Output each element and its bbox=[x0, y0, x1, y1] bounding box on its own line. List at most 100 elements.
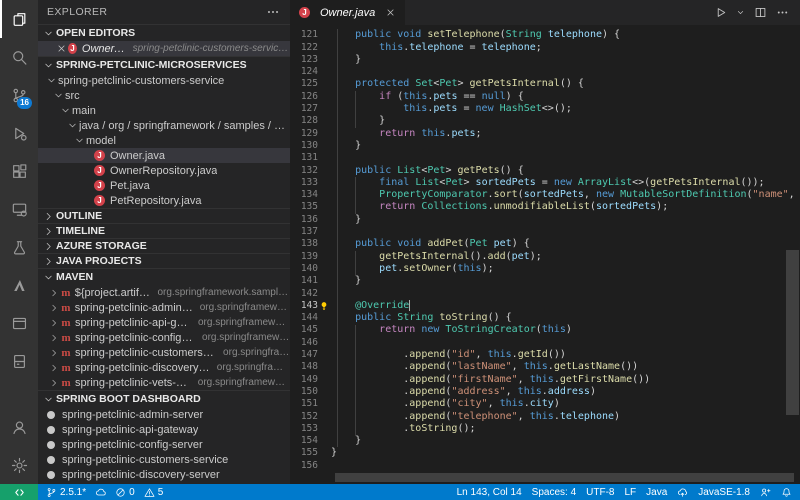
code-line-128[interactable]: 128 } bbox=[290, 115, 800, 127]
activity-bar-item-settings[interactable] bbox=[0, 446, 38, 484]
horizontal-scrollbar[interactable] bbox=[335, 473, 794, 482]
editor-action-split-editor[interactable] bbox=[754, 6, 767, 19]
tree-item[interactable]: java / org / springframework / samples /… bbox=[38, 118, 290, 133]
status-item-indentation[interactable]: Spaces: 4 bbox=[532, 487, 576, 498]
vertical-scrollbar[interactable] bbox=[786, 250, 799, 415]
maven-item[interactable]: mspring-petclinic-admin-serverorg.spring… bbox=[38, 300, 290, 315]
editor-action-run-file[interactable] bbox=[714, 6, 727, 19]
code-area[interactable]: 120121 public void setTelephone(String t… bbox=[290, 25, 800, 484]
activity-bar-item-source-control[interactable]: 16 bbox=[0, 76, 38, 114]
code-line-137[interactable]: 137 bbox=[290, 226, 800, 238]
section-java-projects[interactable]: JAVA PROJECTS bbox=[38, 253, 290, 268]
close-icon[interactable] bbox=[54, 43, 68, 54]
maven-item[interactable]: mspring-petclinic-discovery-serverorg.sp… bbox=[38, 360, 290, 375]
section-timeline[interactable]: TIMELINE bbox=[38, 223, 290, 238]
code-line-156[interactable]: 156 bbox=[290, 460, 800, 472]
code-line-133[interactable]: 133 final List<Pet> sortedPets = new Arr… bbox=[290, 177, 800, 189]
dashboard-item[interactable]: spring-petclinic-admin-server bbox=[38, 407, 290, 422]
activity-bar-item-run-debug[interactable] bbox=[0, 114, 38, 152]
status-item-branch-indicator[interactable]: 2.5.1* bbox=[46, 487, 86, 498]
maven-item[interactable]: mspring-petclinic-api-gatewayorg.springf… bbox=[38, 315, 290, 330]
code-line-124[interactable]: 124 bbox=[290, 66, 800, 78]
status-item-eol[interactable]: LF bbox=[625, 487, 637, 498]
activity-bar-item-azure[interactable] bbox=[0, 266, 38, 304]
status-item-java-runtime[interactable]: JavaSE-1.8 bbox=[698, 487, 750, 498]
activity-bar-item-accounts[interactable] bbox=[0, 408, 38, 446]
code-line-154[interactable]: 154 } bbox=[290, 435, 800, 447]
code-line-142[interactable]: 142 bbox=[290, 288, 800, 300]
tree-item[interactable]: JPetRepository.java bbox=[38, 193, 290, 208]
dashboard-item[interactable]: spring-petclinic-customers-service bbox=[38, 452, 290, 467]
status-item-encoding[interactable]: UTF-8 bbox=[586, 487, 614, 498]
open-editor-item[interactable]: JOwner.javaspring-petclinic-customers-se… bbox=[38, 41, 290, 56]
dashboard-item[interactable]: spring-petclinic-api-gateway bbox=[38, 422, 290, 437]
status-item-warnings[interactable]: 5 bbox=[144, 487, 164, 498]
code-line-152[interactable]: 152 .append("telephone", this.telephone) bbox=[290, 411, 800, 423]
code-line-129[interactable]: 129 return this.pets; bbox=[290, 128, 800, 140]
code-line-125[interactable]: 125 protected Set<Pet> getPetsInternal()… bbox=[290, 78, 800, 90]
code-line-138[interactable]: 138 public void addPet(Pet pet) { bbox=[290, 238, 800, 250]
tree-item[interactable]: JPet.java bbox=[38, 178, 290, 193]
code-line-123[interactable]: 123 } bbox=[290, 54, 800, 66]
activity-bar-item-extensions[interactable] bbox=[0, 152, 38, 190]
code-line-140[interactable]: 140 pet.setOwner(this); bbox=[290, 263, 800, 275]
section-outline[interactable]: OUTLINE bbox=[38, 208, 290, 223]
code-line-153[interactable]: 153 .toString(); bbox=[290, 423, 800, 435]
section-project[interactable]: SPRING-PETCLINIC-MICROSERVICES bbox=[38, 56, 290, 73]
status-item-publish[interactable] bbox=[677, 487, 688, 498]
activity-bar-item-remote-explorer[interactable] bbox=[0, 190, 38, 228]
maven-item[interactable]: m${project.artifactId}org.springframewor… bbox=[38, 285, 290, 300]
code-line-130[interactable]: 130 } bbox=[290, 140, 800, 152]
section-open-editors[interactable]: OPEN EDITORS bbox=[38, 24, 290, 41]
code-line-135[interactable]: 135 return Collections.unmodifiableList(… bbox=[290, 201, 800, 213]
editor-action-more-actions[interactable] bbox=[776, 6, 789, 19]
code-line-145[interactable]: 145 return new ToStringCreator(this) bbox=[290, 324, 800, 336]
maven-item[interactable]: mspring-petclinic-config-serverorg.sprin… bbox=[38, 330, 290, 345]
code-line-150[interactable]: 150 .append("address", this.address) bbox=[290, 386, 800, 398]
code-line-151[interactable]: 151 .append("city", this.city) bbox=[290, 398, 800, 410]
lightbulb-icon[interactable] bbox=[319, 301, 329, 311]
ellipsis-icon[interactable] bbox=[266, 5, 280, 19]
tree-item[interactable]: JOwner.java bbox=[38, 148, 290, 163]
code-line-155[interactable]: 155} bbox=[290, 447, 800, 459]
activity-bar-item-browser-preview[interactable] bbox=[0, 304, 38, 342]
status-item-feedback[interactable] bbox=[760, 487, 771, 498]
code-line-136[interactable]: 136 } bbox=[290, 214, 800, 226]
code-line-139[interactable]: 139 getPetsInternal().add(pet); bbox=[290, 251, 800, 263]
dashboard-item[interactable]: spring-petclinic-discovery-server bbox=[38, 467, 290, 482]
code-line-122[interactable]: 122 this.telephone = telephone; bbox=[290, 42, 800, 54]
code-line-131[interactable]: 131 bbox=[290, 152, 800, 164]
section-maven[interactable]: MAVEN bbox=[38, 268, 290, 285]
code-line-147[interactable]: 147 .append("id", this.getId()) bbox=[290, 349, 800, 361]
status-item-cursor-position[interactable]: Ln 143, Col 14 bbox=[457, 487, 522, 498]
code-line-134[interactable]: 134 PropertyComparator.sort(sortedPets, … bbox=[290, 189, 800, 201]
activity-bar-item-testing[interactable] bbox=[0, 228, 38, 266]
code-line-148[interactable]: 148 .append("lastName", this.getLastName… bbox=[290, 361, 800, 373]
tree-item[interactable]: model bbox=[38, 133, 290, 148]
code-line-121[interactable]: 121 public void setTelephone(String tele… bbox=[290, 29, 800, 41]
status-item-sync-indicator[interactable] bbox=[95, 487, 106, 498]
code-line-127[interactable]: 127 this.pets = new HashSet<>(); bbox=[290, 103, 800, 115]
tree-item[interactable]: spring-petclinic-customers-service bbox=[38, 73, 290, 88]
section-azure-storage[interactable]: AZURE STORAGE bbox=[38, 238, 290, 253]
maven-item[interactable]: mspring-petclinic-customers-serviceorg.s… bbox=[38, 345, 290, 360]
code-line-146[interactable]: 146 bbox=[290, 337, 800, 349]
code-line-132[interactable]: 132 public List<Pet> getPets() { bbox=[290, 165, 800, 177]
activity-bar-item-containers[interactable] bbox=[0, 342, 38, 380]
maven-item[interactable]: mspring-petclinic-vets-serviceorg.spring… bbox=[38, 375, 290, 390]
code-line-141[interactable]: 141 } bbox=[290, 275, 800, 287]
editor-action-run-dropdown[interactable] bbox=[736, 8, 745, 17]
status-item-language-mode[interactable]: Java bbox=[646, 487, 667, 498]
code-line-149[interactable]: 149 .append("firstName", this.getFirstNa… bbox=[290, 374, 800, 386]
activity-bar-item-explorer[interactable] bbox=[0, 0, 38, 38]
remote-indicator[interactable] bbox=[0, 484, 38, 500]
status-item-errors[interactable]: 0 bbox=[115, 487, 135, 498]
tree-item[interactable]: main bbox=[38, 103, 290, 118]
activity-bar-item-search[interactable] bbox=[0, 38, 38, 76]
status-item-notifications[interactable] bbox=[781, 487, 792, 498]
tree-item[interactable]: src bbox=[38, 88, 290, 103]
code-line-144[interactable]: 144 public String toString() { bbox=[290, 312, 800, 324]
section-spring-boot-dashboard[interactable]: SPRING BOOT DASHBOARD bbox=[38, 390, 290, 407]
dashboard-item[interactable]: spring-petclinic-config-server bbox=[38, 437, 290, 452]
close-icon[interactable] bbox=[384, 7, 396, 18]
